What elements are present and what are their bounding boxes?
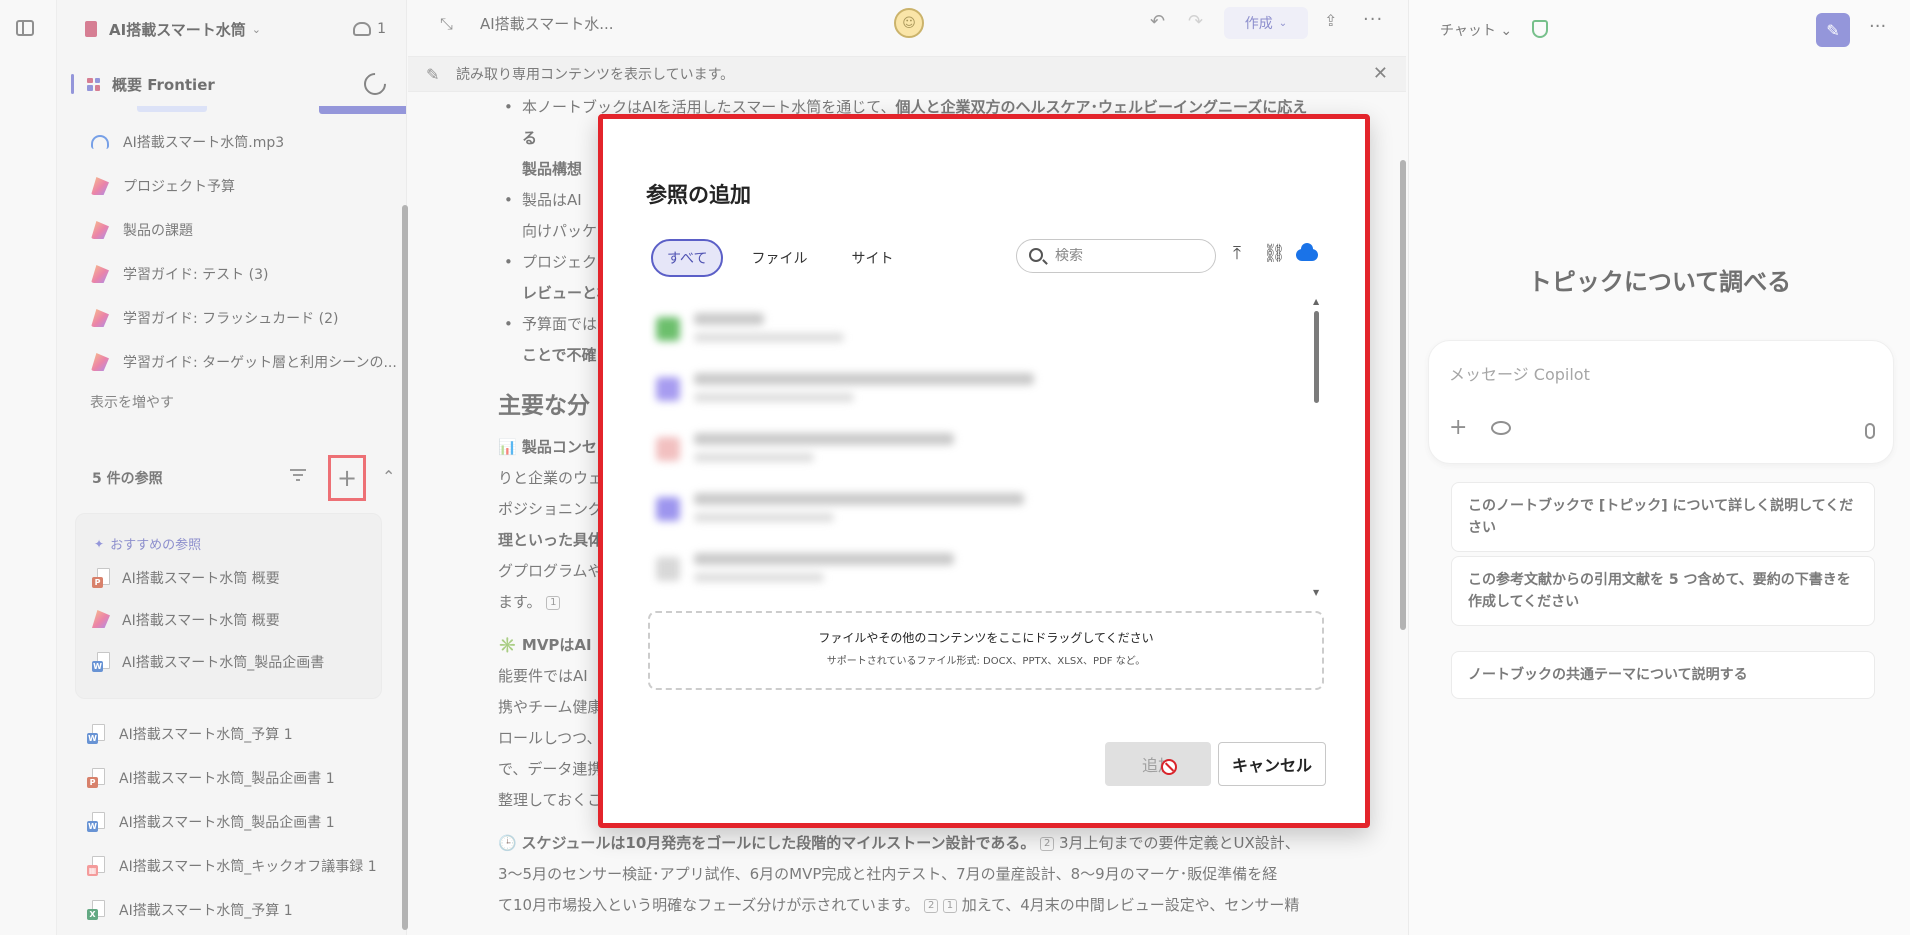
dropzone-subtitle: サポートされているファイル形式: DOCX、PPTX、XLSX、PDF など。 bbox=[826, 656, 1146, 667]
scroll-thumb[interactable] bbox=[1314, 311, 1319, 403]
tab-files[interactable]: ファイル bbox=[735, 239, 823, 277]
file-row[interactable] bbox=[648, 297, 1298, 357]
cancel-button[interactable]: キャンセル bbox=[1218, 742, 1326, 786]
tab-sites[interactable]: サイト bbox=[835, 239, 909, 277]
onedrive-icon[interactable] bbox=[1296, 243, 1318, 261]
file-row[interactable] bbox=[648, 477, 1298, 537]
dialog-tabs: すべて ファイル サイト bbox=[651, 239, 909, 277]
link-icon[interactable]: ⛓ bbox=[1263, 243, 1286, 264]
upload-icon[interactable]: ⤒ bbox=[1233, 243, 1241, 264]
search-box bbox=[1016, 239, 1216, 273]
file-dropzone[interactable]: ファイルやその他のコンテンツをここにドラッグしてください サポートされているファ… bbox=[648, 611, 1324, 690]
tab-all[interactable]: すべて bbox=[651, 239, 724, 277]
not-allowed-cursor-icon bbox=[1161, 759, 1177, 775]
dialog-title: 参照の追加 bbox=[646, 183, 751, 207]
file-row[interactable] bbox=[648, 417, 1298, 477]
scroll-up-icon[interactable]: ▲ bbox=[1313, 297, 1319, 306]
file-list bbox=[648, 297, 1298, 597]
file-row[interactable] bbox=[648, 357, 1298, 417]
dropzone-title: ファイルやその他のコンテンツをここにドラッグしてください bbox=[818, 631, 1154, 645]
add-reference-dialog: 参照の追加 すべて ファイル サイト ⤒ ⛓ ▲ ▼ ファイルやその他のコンテン… bbox=[598, 114, 1370, 828]
file-list-scrollbar[interactable]: ▲ ▼ bbox=[1313, 297, 1321, 597]
scroll-down-icon[interactable]: ▼ bbox=[1313, 588, 1319, 597]
file-row[interactable] bbox=[648, 537, 1298, 597]
search-icon bbox=[1029, 248, 1043, 262]
add-button[interactable]: 追加 bbox=[1105, 742, 1211, 786]
search-input[interactable] bbox=[1055, 248, 1195, 264]
